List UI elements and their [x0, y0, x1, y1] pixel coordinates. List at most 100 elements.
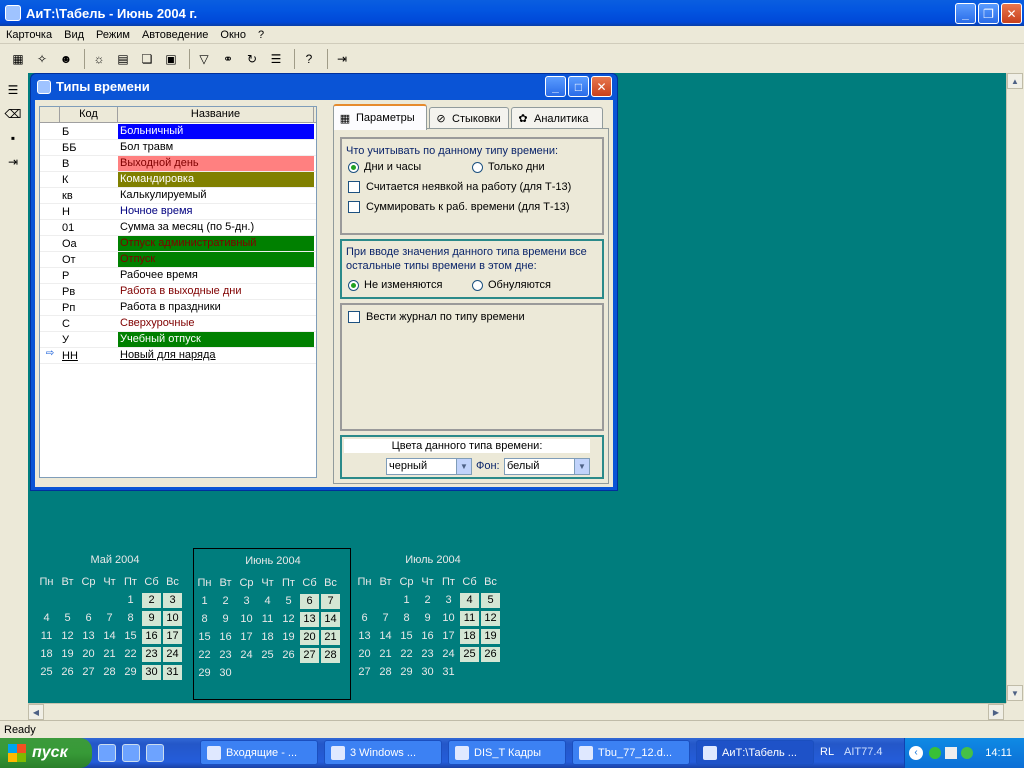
calendar-day[interactable]: 24	[163, 647, 182, 662]
calendar-day[interactable]: 12	[58, 629, 77, 644]
calendar-day[interactable]: 12	[481, 611, 500, 626]
calendar-day[interactable]: 25	[37, 665, 56, 680]
calendar-day[interactable]: 10	[237, 612, 256, 627]
tray-security-icon[interactable]	[961, 747, 973, 759]
radio-days-hours[interactable]: Дни и часы	[348, 161, 421, 173]
people-icon[interactable]: ☻	[56, 49, 76, 69]
calendar-day[interactable]: 5	[481, 593, 500, 608]
calendar-day[interactable]: 16	[142, 629, 161, 644]
row-code[interactable]: Р	[60, 270, 118, 282]
scroll-up-icon[interactable]: ▲	[1007, 73, 1023, 89]
calendar-day[interactable]: 3	[439, 593, 458, 608]
checkbox-absence[interactable]: Считается неявкой на работу (для Т-13)	[348, 181, 571, 193]
calendar-day[interactable]: 21	[376, 647, 395, 662]
text-color-select[interactable]: черный ▼	[386, 458, 472, 475]
tray-volume-icon[interactable]	[945, 747, 957, 759]
row-name[interactable]: Работа в праздники	[118, 300, 314, 315]
calendar-day[interactable]: 3	[163, 593, 182, 608]
tab-links[interactable]: ⊘ Стыковки	[429, 107, 509, 129]
refresh-icon[interactable]: ↻	[242, 49, 262, 69]
minimize-button[interactable]: _	[955, 3, 976, 24]
exit-door-icon[interactable]: ⇥	[3, 152, 23, 172]
calendar-day[interactable]: 8	[195, 612, 214, 627]
row-name[interactable]: Работа в выходные дни	[118, 284, 314, 299]
bg-color-select[interactable]: белый ▼	[504, 458, 590, 475]
calendar-day[interactable]: 31	[439, 665, 458, 680]
calendar-day[interactable]: 25	[460, 647, 479, 662]
calendar-day[interactable]: 2	[418, 593, 437, 608]
row-code[interactable]: У	[60, 334, 118, 346]
calendar-day[interactable]: 19	[279, 630, 298, 645]
calendar-day[interactable]: 5	[58, 611, 77, 626]
row-code[interactable]: Рп	[60, 302, 118, 314]
start-button[interactable]: пуск	[0, 738, 92, 768]
table-row[interactable]: ББ Бол травм	[40, 140, 316, 156]
column-name[interactable]: Название	[118, 107, 314, 122]
calendar-day[interactable]: 14	[100, 629, 119, 644]
calendar-day[interactable]: 23	[418, 647, 437, 662]
table-row[interactable]: Н Ночное время	[40, 204, 316, 220]
horizontal-scrollbar[interactable]: ◀ ▶	[28, 703, 1006, 720]
calendar-day[interactable]: 29	[121, 665, 140, 680]
exit-icon[interactable]: ⇥	[332, 49, 352, 69]
menu-mode[interactable]: Режим	[90, 29, 136, 41]
calendar-day[interactable]: 26	[58, 665, 77, 680]
calendar-day[interactable]: 17	[163, 629, 182, 644]
row-name[interactable]: Отпуск административный	[118, 236, 314, 251]
bulb-icon[interactable]: ☼	[89, 49, 109, 69]
calendar-day[interactable]: 9	[216, 612, 235, 627]
checkbox-sum[interactable]: Суммировать к раб. времени (для Т-13)	[348, 201, 570, 213]
row-name[interactable]: Рабочее время	[118, 268, 314, 283]
media-player-icon[interactable]	[98, 744, 116, 762]
vertical-scrollbar[interactable]: ▲ ▼	[1006, 73, 1024, 703]
window-close-button[interactable]: ✕	[591, 76, 612, 97]
grid-icon[interactable]: ▦	[8, 49, 28, 69]
column-code[interactable]: Код	[60, 107, 118, 122]
calc-icon[interactable]: ▣	[161, 49, 181, 69]
task-inbox[interactable]: Входящие - ...	[200, 740, 318, 765]
calendar-day[interactable]: 4	[460, 593, 479, 608]
calendar-day[interactable]: 8	[121, 611, 140, 626]
calendar-day[interactable]: 23	[142, 647, 161, 662]
calendar-day[interactable]: 1	[121, 593, 140, 608]
scroll-left-icon[interactable]: ◀	[28, 704, 44, 720]
tray-network-icon[interactable]	[929, 747, 941, 759]
calendar-day[interactable]: 29	[397, 665, 416, 680]
task-ait-tabel[interactable]: АиТ:\Табель ...	[696, 740, 814, 765]
row-code[interactable]: Рв	[60, 286, 118, 298]
calendar-day[interactable]: 19	[481, 629, 500, 644]
tray-language[interactable]: RL	[820, 746, 834, 758]
table-row[interactable]: У Учебный отпуск	[40, 332, 316, 348]
calendar-day[interactable]: 31	[163, 665, 182, 680]
calendar-day[interactable]: 30	[216, 666, 235, 681]
calendar-day[interactable]: 1	[195, 594, 214, 609]
row-name[interactable]: Сверхурочные	[118, 316, 314, 331]
window-minimize-button[interactable]: _	[545, 76, 566, 97]
calendar-day[interactable]: 15	[121, 629, 140, 644]
row-name[interactable]: Выходной день	[118, 156, 314, 171]
calendar-day[interactable]: 28	[321, 648, 340, 663]
table-row[interactable]: Р Рабочее время	[40, 268, 316, 284]
calendar-day[interactable]: 24	[237, 648, 256, 663]
row-code[interactable]: В	[60, 158, 118, 170]
calendar-day[interactable]: 27	[79, 665, 98, 680]
row-code[interactable]: От	[60, 254, 118, 266]
calendar-day[interactable]: 15	[195, 630, 214, 645]
calendar-day[interactable]: 2	[216, 594, 235, 609]
calendar-day[interactable]: 22	[121, 647, 140, 662]
table-row[interactable]: ⇨ НН Новый для наряда	[40, 348, 316, 364]
calendar-day[interactable]: 22	[195, 648, 214, 663]
app-title-bar[interactable]: АиТ:\Табель - Июнь 2004 г. _ ❐ ✕	[0, 0, 1024, 26]
wand-icon[interactable]: ✧	[32, 49, 52, 69]
calendar-day[interactable]: 11	[460, 611, 479, 626]
calendar-day[interactable]: 7	[100, 611, 119, 626]
list-view-icon[interactable]: ☰	[3, 80, 23, 100]
calendar-day[interactable]: 20	[79, 647, 98, 662]
table-row[interactable]: К Командировка	[40, 172, 316, 188]
calendar-day[interactable]: 25	[258, 648, 277, 663]
table-row[interactable]: От Отпуск	[40, 252, 316, 268]
binoculars-icon[interactable]: ⚭	[218, 49, 238, 69]
calendar-day[interactable]: 27	[355, 665, 374, 680]
calendar-day[interactable]: 11	[37, 629, 56, 644]
row-name[interactable]: Командировка	[118, 172, 314, 187]
